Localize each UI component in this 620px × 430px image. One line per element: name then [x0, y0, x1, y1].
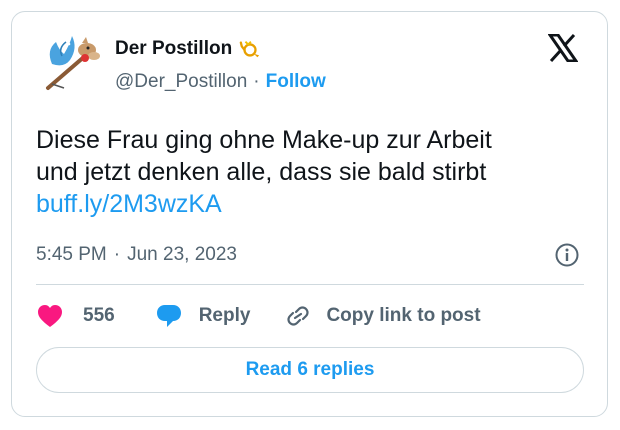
timestamp[interactable]: 5:45 PM · Jun 23, 2023 — [36, 244, 237, 266]
author-name[interactable]: Der Postillon — [115, 38, 232, 60]
copy-link-button[interactable]: Copy link to post — [284, 303, 481, 329]
reply-bubble-icon — [156, 305, 181, 327]
post-time[interactable]: 5:45 PM — [36, 244, 107, 266]
info-icon[interactable] — [554, 242, 580, 268]
tweet-text-line-2: und jetzt denken alle, dass sie bald sti… — [36, 158, 487, 186]
reply-button[interactable]: Reply — [155, 303, 251, 329]
divider — [36, 284, 584, 285]
heart-icon — [38, 305, 62, 327]
reply-label: Reply — [198, 305, 251, 326]
x-logo-icon[interactable] — [548, 34, 578, 62]
handle-separator: · — [253, 71, 260, 92]
read-replies-button[interactable]: Read 6 replies — [36, 347, 584, 393]
avatar[interactable] — [42, 30, 104, 92]
copy-link-label: Copy link to post — [326, 305, 481, 326]
time-separator: · — [113, 244, 121, 265]
tweet-text-line-1: Diese Frau ging ohne Make-up zur Arbeit — [36, 126, 492, 154]
author-handle[interactable]: @Der_Postillon — [115, 71, 247, 93]
like-count: 556 — [83, 305, 115, 326]
follow-button[interactable]: Follow — [266, 71, 326, 93]
link-icon — [287, 306, 310, 326]
tweet-link[interactable]: buff.ly/2M3wzKA — [36, 188, 596, 220]
post-date[interactable]: Jun 23, 2023 — [127, 244, 237, 266]
like-button[interactable]: 556 — [36, 303, 115, 329]
post-horn-icon — [239, 41, 260, 58]
tweet-text: Diese Frau ging ohne Make-up zur Arbeit … — [36, 124, 596, 220]
